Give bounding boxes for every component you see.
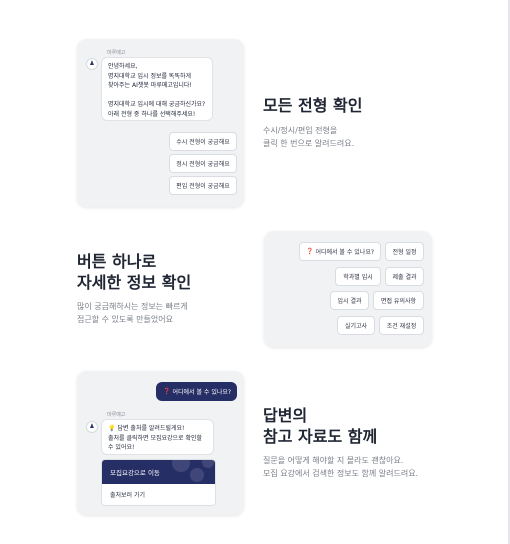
title-line: 답변의 bbox=[263, 406, 308, 425]
section-description: 수시/정시/편입 전형을 클릭 한 번으로 알려드려요. bbox=[263, 125, 354, 150]
answer-line: 수 있어요! bbox=[108, 444, 135, 452]
paw-pattern-decoration bbox=[172, 460, 190, 472]
go-to-guide-label: 모집요강으로 이동 bbox=[110, 469, 160, 477]
title-line: 자세한 정보 확인 bbox=[77, 273, 192, 292]
lightbulb-emoji-icon: 💡 bbox=[108, 425, 116, 432]
bot-avatar-icon: ♟ bbox=[86, 421, 98, 433]
user-message-bubble: ❓ 어디에서 볼 수 있나요? bbox=[156, 382, 237, 401]
title-line: 참고 자료도 함께 bbox=[263, 427, 378, 446]
bot-greeting-bubble: 안녕하세요, 명지대학교 입시 정보를 똑똑하게 찾아주는 AI챗봇 마루메고입… bbox=[101, 57, 213, 121]
user-message-text: 어디에서 볼 수 있나요? bbox=[172, 389, 232, 396]
description-line: 질문을 어떻게 해야할 지 몰라도 괜찮아요. bbox=[263, 456, 404, 465]
bot-name-label: 마루메고 bbox=[107, 50, 126, 56]
bot-name-label: 마루메고 bbox=[107, 412, 126, 418]
go-to-guide-button[interactable]: 모집요강으로 이동 bbox=[102, 460, 215, 484]
greeting-line: 안녕하세요, bbox=[108, 63, 138, 70]
greeting-line: 아래 전형 중 하나를 선택해주세요! bbox=[108, 110, 196, 118]
answer-line: 출처를 클릭하면 모집요강으로 확인할 bbox=[108, 434, 203, 442]
quick-button-label: 어디에서 볼 수 있나요? bbox=[315, 249, 375, 256]
question-mark-emoji-icon: ❓ bbox=[305, 248, 314, 255]
quick-button-practical-exam[interactable]: 실기고사 bbox=[337, 316, 375, 335]
section-description: 많이 궁금해하시는 정보는 빠르게 접근할 수 있도록 만들었어요 bbox=[77, 301, 188, 326]
question-mark-emoji-icon: ❓ bbox=[163, 388, 171, 395]
bot-avatar-icon: ♟ bbox=[86, 58, 98, 70]
quick-button-admission-result[interactable]: 입시 결과 bbox=[330, 291, 369, 310]
description-line: 모집 요강에서 검색한 정보도 함께 알려드려요. bbox=[263, 468, 419, 478]
greeting-line: 명지대학교 입시 정보를 똑똑하게 bbox=[108, 72, 192, 80]
quick-button-where[interactable]: ❓ 어디에서 볼 수 있나요? bbox=[299, 242, 381, 261]
paw-pattern-decoration bbox=[190, 468, 204, 482]
view-source-button[interactable]: 출처보러 가기 bbox=[102, 484, 215, 505]
quick-button-interview[interactable]: 면접 유의사항 bbox=[373, 291, 424, 310]
title-line: 버튼 하나로 bbox=[77, 252, 157, 271]
section-title-button-info: 버튼 하나로 자세한 정보 확인 bbox=[77, 251, 191, 293]
greeting-line: 찾아주는 AI챗봇 마루메고입니다! bbox=[108, 82, 192, 90]
description-line: 클릭 한 번으로 알려드려요. bbox=[263, 138, 355, 148]
paw-pattern-decoration bbox=[202, 460, 214, 468]
option-button-jeongsi[interactable]: 정시 전형이 궁금해요 bbox=[169, 154, 237, 173]
section-title-all-admissions: 모든 전형 확인 bbox=[263, 96, 363, 115]
greeting-line bbox=[108, 91, 206, 101]
quick-button-schedule[interactable]: 전형 일정 bbox=[385, 242, 424, 261]
greeting-line: 명지대학교 입시에 대해 궁금하신가요? bbox=[108, 101, 206, 109]
quick-button-department[interactable]: 학과별 입시 bbox=[335, 267, 381, 286]
quick-button-submit-result[interactable]: 제출 결과 bbox=[385, 267, 424, 286]
answer-text: 답변 출처를 알려드릴게요! bbox=[117, 425, 185, 432]
option-button-transfer[interactable]: 편입 전형이 궁금해요 bbox=[169, 176, 237, 195]
option-button-susi[interactable]: 수시 전형이 궁금해요 bbox=[169, 132, 237, 151]
description-line: 많이 궁금해하시는 정보는 빠르게 bbox=[77, 302, 188, 311]
section-title-references: 답변의 참고 자료도 함께 bbox=[263, 405, 377, 447]
bot-answer-bubble: 💡 답변 출처를 알려드릴게요! 출처를 클릭하면 모집요강으로 확인할 수 있어… bbox=[101, 419, 214, 455]
quick-button-reset-condition[interactable]: 조건 재설정 bbox=[379, 316, 424, 335]
section-description: 질문을 어떻게 해야할 지 몰라도 괜찮아요. 모집 요강에서 검색한 정보도 … bbox=[263, 455, 418, 480]
description-line: 수시/정시/편입 전형을 bbox=[263, 126, 338, 135]
description-line: 접근할 수 있도록 만들었어요 bbox=[77, 314, 173, 324]
answer-line: 💡 답변 출처를 알려드릴게요! bbox=[108, 424, 207, 434]
source-link-card: 모집요강으로 이동 출처보러 가기 bbox=[101, 459, 216, 506]
